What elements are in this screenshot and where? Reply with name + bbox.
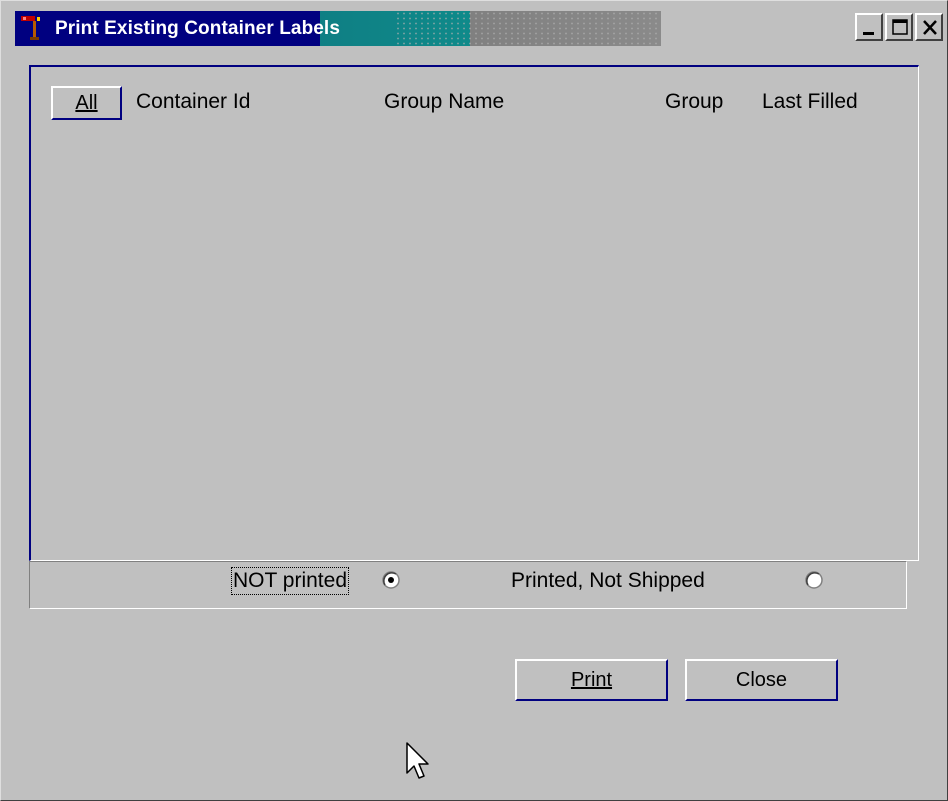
print-status-filter: NOT printed Printed, Not Shipped	[29, 561, 907, 609]
maximize-button[interactable]	[885, 13, 913, 41]
minimize-button[interactable]	[855, 13, 883, 41]
title-bar[interactable]: Print Existing Container Labels	[15, 11, 661, 46]
close-icon	[923, 20, 937, 35]
radio-not-printed[interactable]	[382, 571, 400, 589]
radio-printed-not-shipped[interactable]	[805, 571, 823, 589]
column-header-last-filled[interactable]: Last Filled	[762, 90, 858, 114]
close-window-button[interactable]	[915, 13, 943, 41]
window-title: Print Existing Container Labels	[55, 18, 340, 39]
print-button-label: Print	[570, 669, 613, 691]
print-labels-window: Print Existing Container Labels All Cont…	[0, 0, 948, 801]
close-button-label: Close	[735, 669, 788, 691]
column-header-container-id[interactable]: Container Id	[136, 90, 250, 114]
print-button[interactable]: Print	[515, 659, 668, 701]
container-list[interactable]: All Container Id Group Name Group Last F…	[29, 65, 919, 561]
close-button[interactable]: Close	[685, 659, 838, 701]
minimize-icon	[863, 32, 874, 35]
title-bar-dither	[395, 11, 661, 46]
select-all-label: All	[75, 92, 98, 114]
radio-label-printed-not-shipped[interactable]: Printed, Not Shipped	[511, 569, 705, 593]
select-all-button[interactable]: All	[51, 86, 122, 120]
app-icon	[21, 15, 43, 41]
radio-label-not-printed[interactable]: NOT printed	[231, 567, 349, 595]
column-header-group-name[interactable]: Group Name	[384, 90, 504, 114]
window-controls	[855, 13, 943, 41]
column-header-group[interactable]: Group	[665, 90, 723, 114]
arrow-cursor-icon	[406, 742, 430, 787]
maximize-icon	[892, 19, 908, 35]
